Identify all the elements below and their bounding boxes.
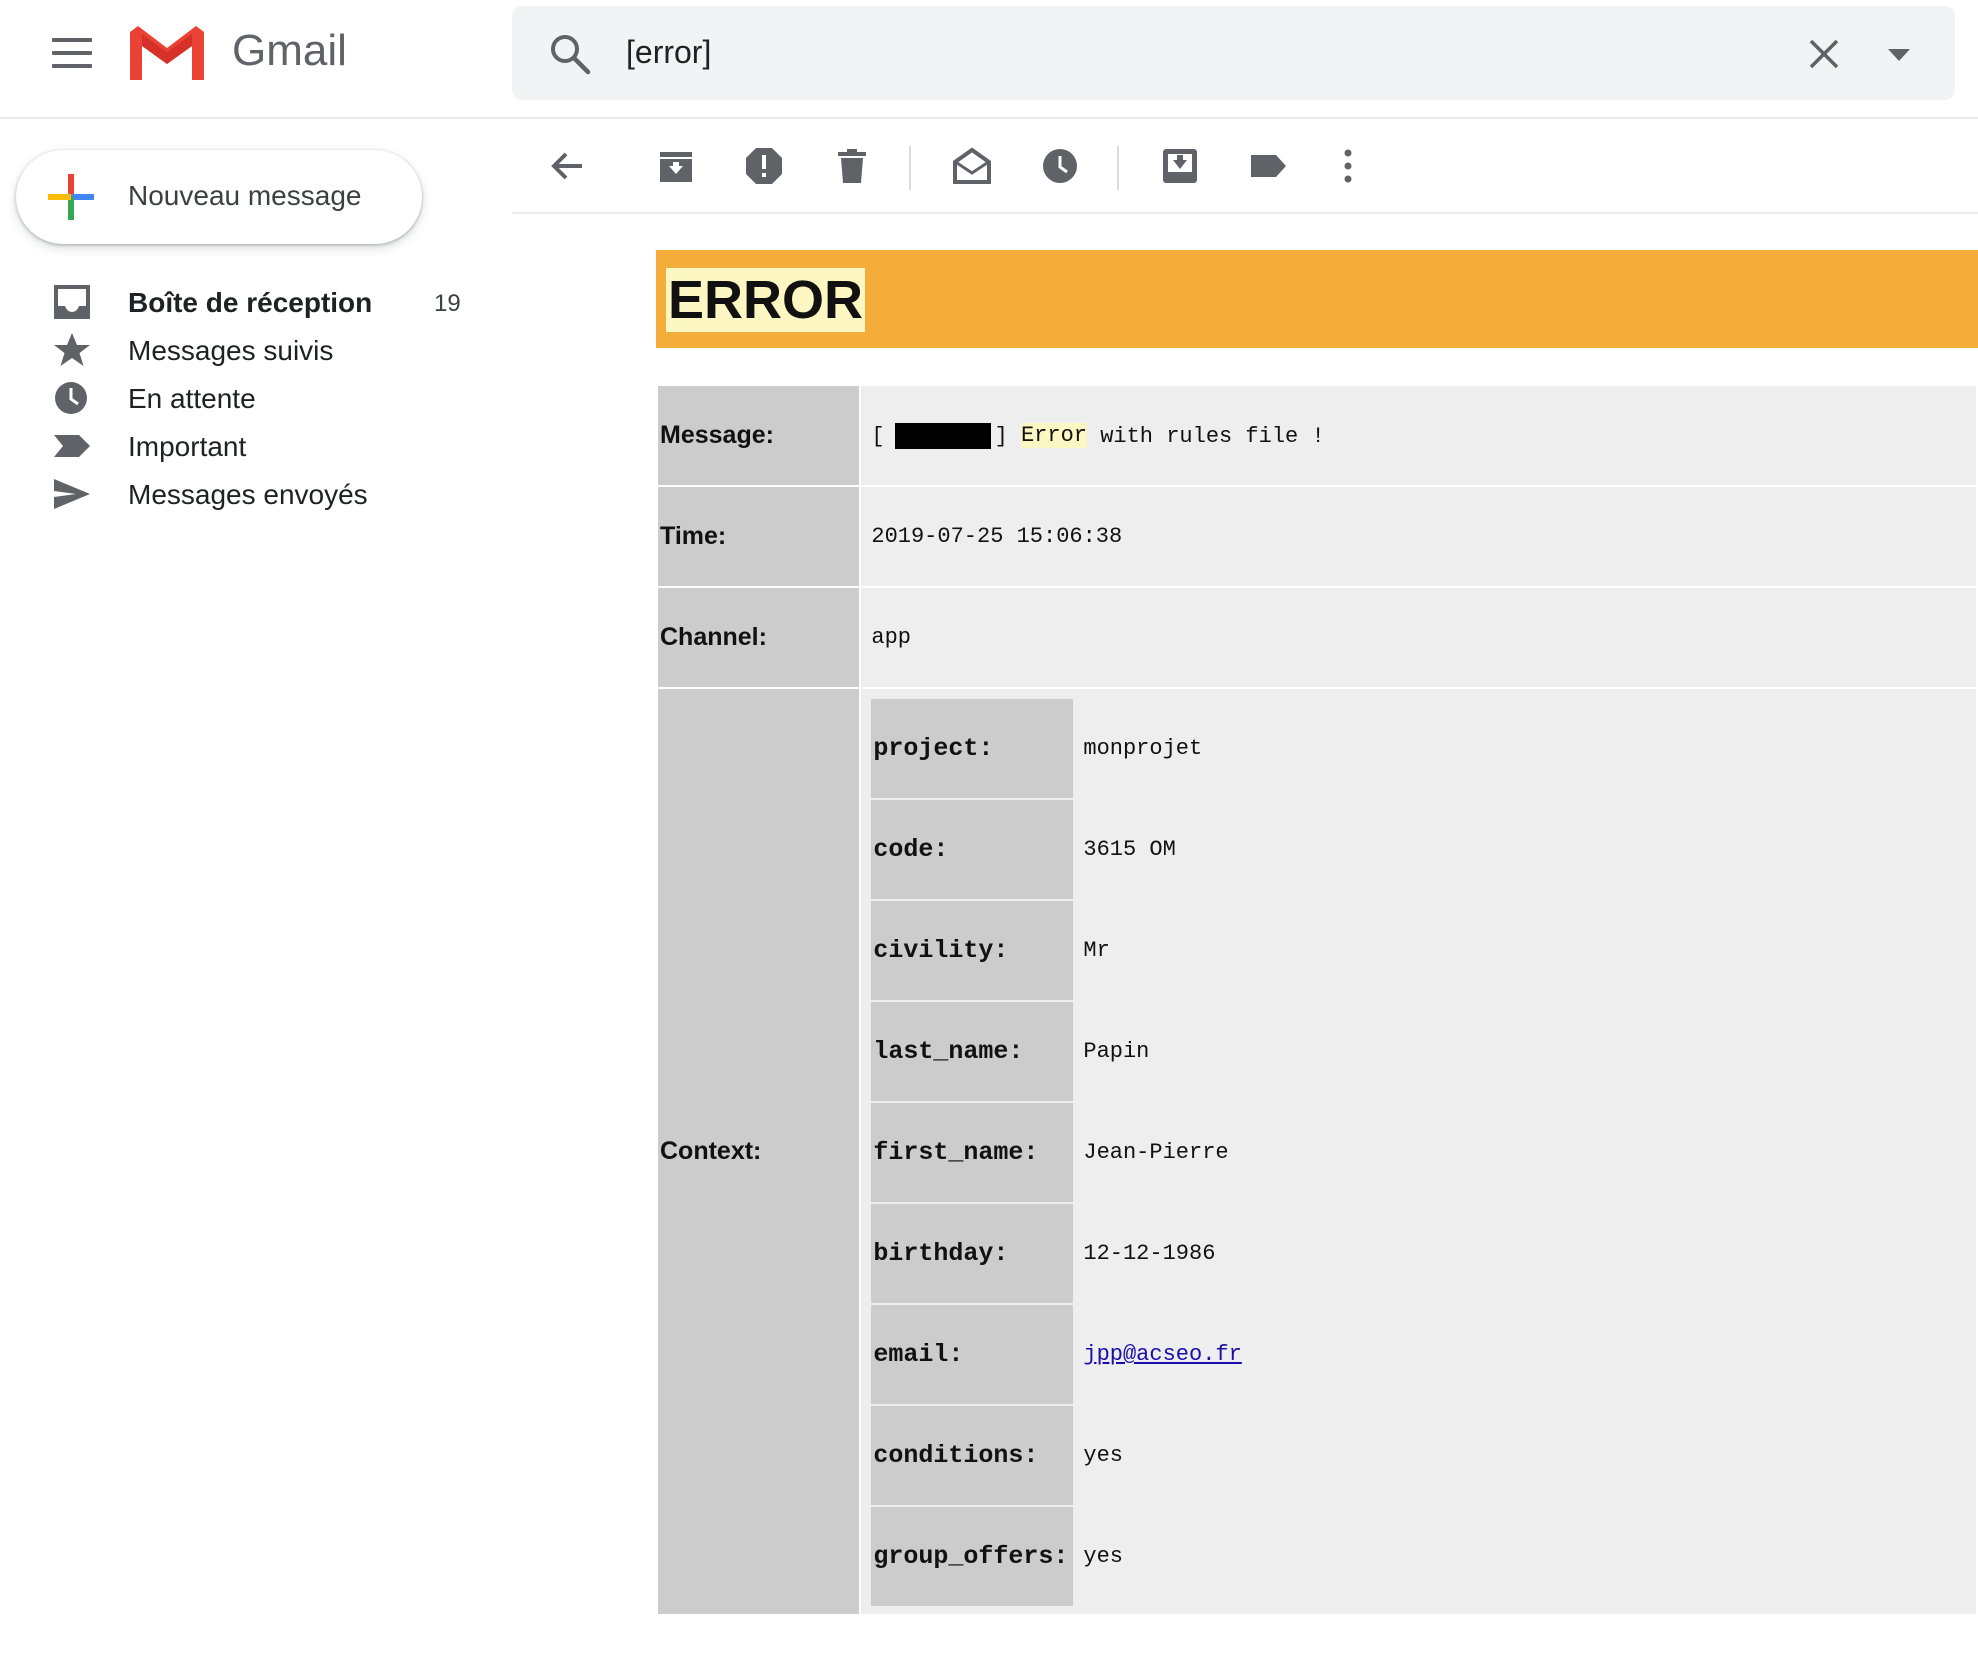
send-icon	[54, 479, 90, 509]
context-value-cell: Mr	[1083, 938, 1110, 963]
compose-button[interactable]: Nouveau message	[16, 150, 422, 244]
table-row: Channel: app	[658, 588, 1976, 687]
message-toolbar	[512, 118, 1978, 214]
sidebar-item-label: Boîte de réception	[128, 287, 373, 318]
table-row: Message: [] Error with rules file !	[658, 386, 1976, 485]
label-icon[interactable]	[1248, 146, 1288, 186]
table-row: email: jpp@acseo.fr	[871, 1305, 1883, 1404]
sidebar-item-snoozed[interactable]: En attente	[0, 374, 500, 422]
context-key-cell: civility:	[871, 901, 1074, 1000]
sidebar-item-label: Messages suivis	[128, 335, 334, 366]
time-value: 2019-07-25 15:06:38	[861, 487, 1976, 586]
more-options-icon[interactable]	[1328, 146, 1368, 186]
search-options-dropdown-icon[interactable]	[1886, 46, 1912, 64]
search-input[interactable]	[626, 34, 1776, 71]
context-value-cell: yes	[1083, 1443, 1123, 1468]
context-key-cell: email:	[871, 1305, 1074, 1404]
time-key: Time:	[658, 487, 860, 586]
context-value-cell: yes	[1083, 1544, 1123, 1569]
context-value-cell: Papin	[1083, 1039, 1150, 1064]
context-key-cell: conditions:	[871, 1406, 1074, 1505]
context-key-cell: first_name:	[871, 1103, 1074, 1202]
context-key-cell: group_offers:	[871, 1507, 1074, 1606]
toolbar-divider	[909, 146, 911, 190]
compose-label: Nouveau message	[128, 180, 362, 211]
snooze-icon[interactable]	[1040, 146, 1080, 186]
log-details-table: Message: [] Error with rules file ! Time…	[656, 384, 1978, 1616]
context-key-cell: last_name:	[871, 1002, 1074, 1101]
unread-count-badge: 19	[434, 290, 461, 317]
redacted-block	[894, 422, 991, 449]
table-row: last_name: Papin	[871, 1002, 1883, 1101]
table-row: conditions: yes	[871, 1406, 1883, 1505]
sidebar-item-starred[interactable]: Messages suivis	[0, 326, 500, 374]
context-value-cell: Jean-Pierre	[1083, 1140, 1229, 1165]
sidebar-item-label: En attente	[128, 383, 256, 414]
context-value-cell: 3615 OM	[1083, 837, 1176, 862]
message-value: [] Error with rules file !	[861, 386, 1976, 485]
table-row: project: monprojet	[871, 699, 1883, 798]
error-title: ERROR	[666, 268, 866, 332]
mark-unread-icon[interactable]	[952, 146, 992, 186]
context-key: Context:	[658, 689, 860, 1614]
gmail-wordmark[interactable]: Gmail	[232, 26, 347, 76]
context-key-cell: project:	[871, 699, 1074, 798]
error-banner: ERROR	[656, 250, 1978, 348]
clock-icon	[55, 382, 87, 414]
table-row: civility: Mr	[871, 901, 1883, 1000]
table-row: code: 3615 OM	[871, 800, 1883, 899]
table-row: Time: 2019-07-25 15:06:38	[658, 487, 1976, 586]
message-bracket-close: ]	[994, 423, 1008, 449]
back-arrow-icon[interactable]	[548, 146, 588, 186]
archive-icon[interactable]	[656, 146, 696, 186]
star-icon	[54, 333, 90, 366]
context-key-cell: birthday:	[871, 1204, 1074, 1303]
context-value-cell: monprojet	[1083, 736, 1203, 761]
sidebar-item-label: Important	[128, 431, 247, 462]
move-to-icon[interactable]	[1160, 146, 1200, 186]
highlighted-search-term: Error	[1020, 423, 1087, 449]
context-key-cell: code:	[871, 800, 1074, 899]
top-bar: Gmail	[0, 0, 1978, 119]
table-row: group_offers: yes	[871, 1507, 1883, 1606]
search-icon[interactable]	[548, 32, 592, 76]
close-icon[interactable]	[1806, 36, 1842, 72]
sidebar-item-inbox[interactable]: Boîte de réception 19	[0, 278, 500, 326]
context-value-cell: jpp@acseo.fr	[1073, 1305, 1883, 1404]
delete-icon[interactable]	[832, 146, 872, 186]
context-value: project: monprojet code: 3615 OM civility:…	[861, 689, 1976, 1614]
channel-value: app	[861, 588, 1976, 687]
important-icon	[54, 435, 90, 457]
table-row: Context: project: monprojet code: 3615 OM …	[658, 689, 1976, 1614]
message-rest: with rules file !	[1100, 423, 1325, 449]
channel-key: Channel:	[658, 588, 860, 687]
report-spam-icon[interactable]	[744, 146, 784, 186]
inbox-icon	[54, 285, 90, 319]
message-prefix: [	[871, 423, 885, 449]
context-table: project: monprojet code: 3615 OM civility:…	[871, 697, 1883, 1608]
compose-plus-icon	[48, 174, 94, 220]
gmail-logo-icon[interactable]	[128, 24, 206, 82]
message-key: Message:	[658, 386, 860, 485]
main-menu-icon[interactable]	[52, 38, 92, 70]
toolbar-divider	[1117, 146, 1119, 190]
sidebar-item-sent[interactable]: Messages envoyés	[0, 470, 500, 518]
search-bar[interactable]	[512, 6, 1955, 100]
context-value-cell: 12-12-1986	[1083, 1241, 1216, 1266]
table-row: first_name: Jean-Pierre	[871, 1103, 1883, 1202]
sidebar-item-label: Messages envoyés	[128, 479, 368, 510]
table-row: birthday: 12-12-1986	[871, 1204, 1883, 1303]
sidebar-item-important[interactable]: Important	[0, 422, 500, 470]
email-link[interactable]: jpp@acseo.fr	[1083, 1342, 1241, 1367]
